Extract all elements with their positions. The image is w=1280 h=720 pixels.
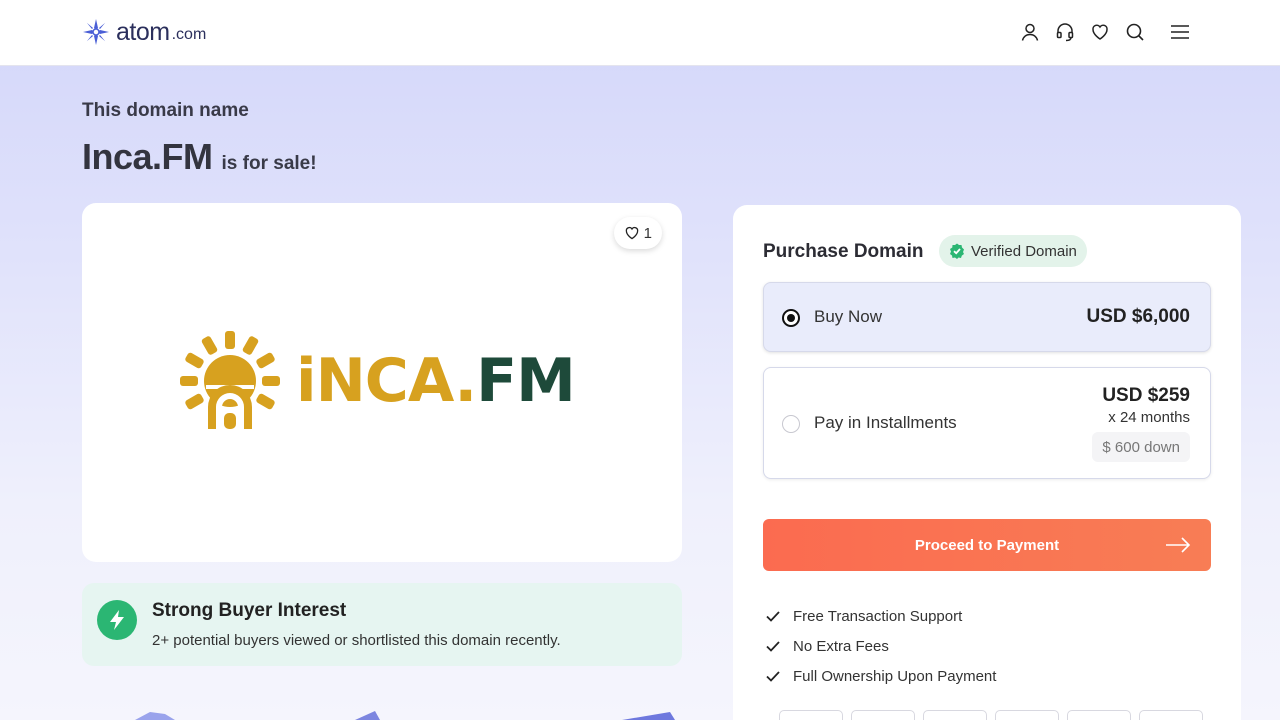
proceed-to-payment-button[interactable]: Proceed to Payment bbox=[763, 519, 1211, 571]
feature-label: Full Ownership Upon Payment bbox=[793, 667, 997, 685]
feature-item: No Extra Fees bbox=[765, 631, 996, 661]
check-icon bbox=[766, 611, 780, 622]
verified-label: Verified Domain bbox=[971, 242, 1077, 260]
installments-option[interactable]: Pay in Installments USD $259 x 24 months… bbox=[763, 367, 1211, 479]
feature-illustration-icon bbox=[355, 711, 380, 720]
payment-methods bbox=[779, 710, 1203, 720]
heart-icon bbox=[625, 226, 638, 240]
search-icon[interactable] bbox=[1125, 21, 1145, 43]
buy-now-radio[interactable] bbox=[782, 309, 800, 327]
brand-name: atom bbox=[116, 17, 170, 46]
payment-method-badge bbox=[779, 710, 843, 720]
feature-label: No Extra Fees bbox=[793, 637, 889, 655]
domain-logo-card: 1 iNCA.FM bbox=[82, 203, 682, 562]
installments-radio[interactable] bbox=[782, 415, 800, 433]
like-button[interactable]: 1 bbox=[613, 217, 662, 249]
user-icon[interactable] bbox=[1020, 21, 1040, 43]
feature-item: Free Transaction Support bbox=[765, 601, 996, 631]
feature-illustration-icon bbox=[622, 712, 675, 720]
pre-title: This domain name bbox=[82, 100, 249, 121]
payment-method-badge bbox=[1067, 710, 1131, 720]
feature-illustration-icon bbox=[135, 712, 175, 720]
headset-icon[interactable] bbox=[1055, 21, 1075, 43]
installments-months: x 24 months bbox=[1108, 409, 1190, 426]
installments-down-payment: $ 600 down bbox=[1092, 432, 1190, 462]
feature-item: Full Ownership Upon Payment bbox=[765, 661, 996, 691]
brand-wordmark-gold: iNCA. bbox=[296, 346, 477, 416]
menu-icon[interactable] bbox=[1170, 21, 1190, 43]
interest-title: Strong Buyer Interest bbox=[152, 600, 347, 621]
atom-star-icon bbox=[83, 19, 109, 45]
buy-now-label: Buy Now bbox=[814, 307, 883, 326]
site-header: atom .com bbox=[0, 0, 1280, 66]
payment-method-badge bbox=[995, 710, 1059, 720]
purchase-card: Purchase Domain Verified Domain Buy Now … bbox=[733, 205, 1241, 720]
interest-subtitle: 2+ potential buyers viewed or shortliste… bbox=[152, 632, 561, 649]
payment-method-badge bbox=[851, 710, 915, 720]
brand-suffix: .com bbox=[171, 26, 207, 43]
domain-brand-logo: iNCA.FM bbox=[178, 329, 576, 433]
page-title: Inca.FM is for sale! bbox=[82, 136, 317, 178]
atom-logo[interactable]: atom .com bbox=[82, 17, 206, 47]
feature-list: Free Transaction Support No Extra Fees F… bbox=[765, 601, 996, 691]
payment-method-badge bbox=[1139, 710, 1203, 720]
buyer-interest-banner: Strong Buyer Interest 2+ potential buyer… bbox=[82, 583, 682, 666]
installments-label: Pay in Installments bbox=[814, 413, 957, 432]
check-icon bbox=[766, 641, 780, 652]
check-icon bbox=[766, 671, 780, 682]
proceed-label: Proceed to Payment bbox=[914, 536, 1060, 554]
verified-check-icon bbox=[950, 243, 964, 259]
installments-price: USD $259 bbox=[1102, 385, 1190, 406]
like-count: 1 bbox=[643, 224, 652, 242]
header-actions bbox=[1020, 21, 1190, 43]
arrow-right-icon bbox=[1166, 537, 1191, 553]
buy-now-price: USD $6,000 bbox=[1086, 306, 1190, 327]
heart-icon[interactable] bbox=[1090, 21, 1110, 43]
lightning-icon bbox=[97, 600, 137, 640]
purchase-title: Purchase Domain bbox=[763, 241, 924, 262]
brand-wordmark: iNCA.FM bbox=[296, 346, 576, 416]
brand-wordmark-green: FM bbox=[476, 346, 576, 416]
domain-name: Inca.FM bbox=[82, 136, 213, 177]
payment-method-badge bbox=[923, 710, 987, 720]
feature-label: Free Transaction Support bbox=[793, 607, 963, 625]
verified-badge: Verified Domain bbox=[939, 235, 1087, 267]
buy-now-option[interactable]: Buy Now USD $6,000 bbox=[763, 282, 1211, 352]
for-sale-text: is for sale! bbox=[221, 153, 317, 174]
sun-emblem-icon bbox=[180, 331, 280, 429]
